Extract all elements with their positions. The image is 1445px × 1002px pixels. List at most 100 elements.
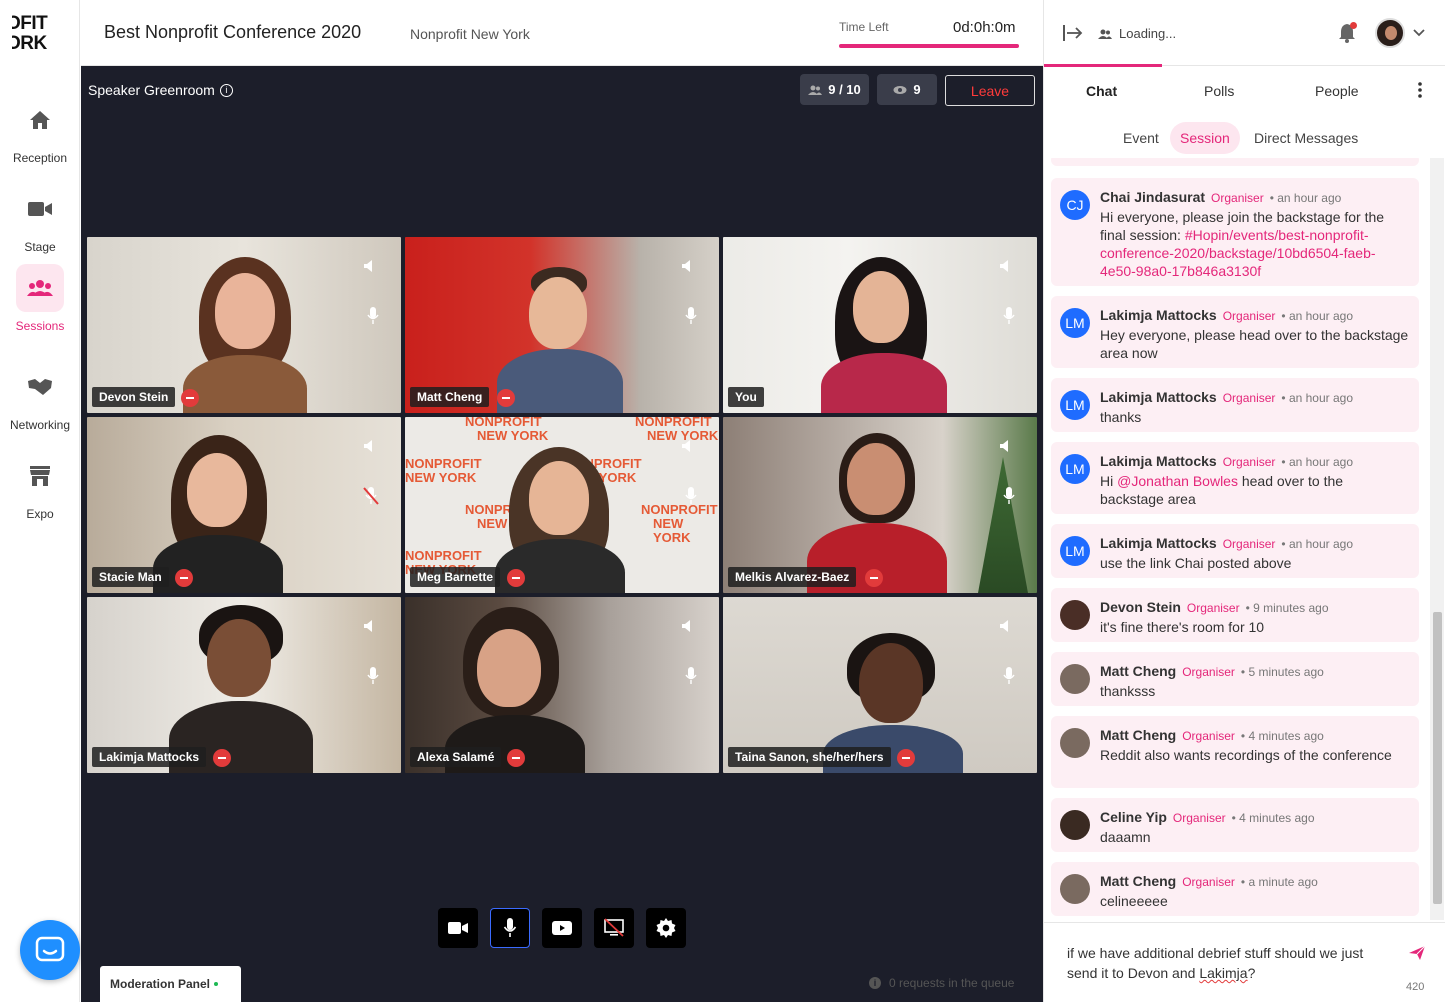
speaker-icon[interactable]	[679, 619, 693, 633]
message-text: Reddit also wants recordings of the conf…	[1100, 747, 1392, 763]
event-organizer[interactable]: Nonprofit New York	[410, 26, 530, 42]
video-tile[interactable]: Matt Cheng	[405, 237, 719, 413]
speaker-icon[interactable]	[997, 439, 1011, 453]
event-logo[interactable]: OFIT ORK	[12, 14, 68, 62]
microphone-muted-icon[interactable]	[363, 487, 379, 505]
loading-status: Loading...	[1098, 26, 1176, 41]
tab-people[interactable]: People	[1315, 83, 1359, 99]
message-author[interactable]: Chai Jindasurat	[1100, 189, 1205, 205]
avatar[interactable]: LM	[1060, 536, 1090, 566]
send-icon[interactable]	[1408, 945, 1426, 961]
user-avatar[interactable]	[1375, 18, 1405, 48]
message-author[interactable]: Lakimja Mattocks	[1100, 307, 1217, 323]
avatar[interactable]	[1060, 874, 1090, 904]
remove-participant-button[interactable]	[897, 749, 915, 767]
screen-share-button[interactable]	[594, 908, 634, 948]
chat-message-list[interactable]: CJ Chai Jindasurat Organiser • an hour ago…	[1044, 158, 1430, 920]
microphone-icon[interactable]	[367, 667, 379, 685]
remove-participant-button[interactable]	[181, 389, 199, 407]
avatar[interactable]	[1060, 664, 1090, 694]
remove-participant-button[interactable]	[175, 569, 193, 587]
video-tile[interactable]: You	[723, 237, 1037, 413]
nav-stage[interactable]: Stage	[0, 185, 80, 265]
remove-participant-button[interactable]	[497, 389, 515, 407]
participant-name: Meg Barnette	[410, 567, 501, 587]
message-author[interactable]: Matt Cheng	[1100, 727, 1176, 743]
chat-composer[interactable]: if we have additional debrief stuff shou…	[1044, 922, 1445, 1002]
microphone-icon[interactable]	[685, 487, 697, 505]
nav-sessions[interactable]: Sessions	[0, 264, 80, 344]
info-icon[interactable]: i	[219, 83, 233, 97]
speaker-icon[interactable]	[361, 259, 375, 273]
avatar[interactable]	[1060, 728, 1090, 758]
subtab-session[interactable]: Session	[1170, 122, 1240, 154]
message-author[interactable]: Lakimja Mattocks	[1100, 535, 1217, 551]
video-tile[interactable]: Melkis Alvarez-Baez	[723, 417, 1037, 593]
remove-participant-button[interactable]	[507, 749, 525, 767]
camera-toggle-button[interactable]	[438, 908, 478, 948]
video-tile[interactable]: Alexa Salamé	[405, 597, 719, 773]
time-left-progress	[839, 44, 1019, 48]
leave-button[interactable]: Leave	[945, 75, 1035, 106]
microphone-icon[interactable]	[367, 307, 379, 325]
video-tile[interactable]: Lakimja Mattocks	[87, 597, 401, 773]
tab-chat[interactable]: Chat	[1086, 83, 1117, 99]
speaker-icon[interactable]	[679, 259, 693, 273]
message-role: Organiser	[1222, 309, 1276, 323]
chat-scrollbar-thumb[interactable]	[1433, 612, 1442, 904]
video-tile[interactable]: Devon Stein	[87, 237, 401, 413]
user-mention[interactable]: @Jonathan Bowles	[1117, 473, 1238, 489]
avatar[interactable]	[1060, 600, 1090, 630]
speaker-icon[interactable]	[361, 439, 375, 453]
nav-reception[interactable]: Reception	[0, 96, 80, 176]
remove-participant-button[interactable]	[213, 749, 231, 767]
more-options-icon[interactable]	[1418, 82, 1422, 98]
subtab-direct-messages[interactable]: Direct Messages	[1244, 122, 1368, 154]
avatar[interactable]	[1060, 810, 1090, 840]
avatar[interactable]: LM	[1060, 390, 1090, 420]
avatar[interactable]: CJ	[1060, 190, 1090, 220]
chat-input[interactable]: if we have additional debrief stuff shou…	[1067, 943, 1397, 983]
chevron-down-icon[interactable]	[1413, 29, 1425, 37]
video-tile[interactable]: NONPROFIT NEW YORK NONPROFIT NEW YORK NONP…	[405, 417, 719, 593]
message-author[interactable]: Celine Yip	[1100, 809, 1167, 825]
speaker-icon[interactable]	[361, 619, 375, 633]
nav-networking[interactable]: Networking	[0, 363, 80, 443]
share-video-button[interactable]	[542, 908, 582, 948]
moderation-panel-tab[interactable]: Moderation Panel	[100, 966, 241, 1002]
message-role: Organiser	[1182, 729, 1235, 743]
speaker-icon[interactable]	[679, 439, 693, 453]
microphone-icon[interactable]	[1003, 307, 1015, 325]
people-icon	[1098, 29, 1112, 39]
message-author[interactable]: Matt Cheng	[1100, 663, 1176, 679]
microphone-icon	[503, 918, 517, 937]
message-author[interactable]: Lakimja Mattocks	[1100, 453, 1217, 469]
collapse-panel-icon[interactable]	[1063, 25, 1083, 41]
remove-participant-button[interactable]	[507, 569, 525, 587]
speaker-icon[interactable]	[997, 619, 1011, 633]
message-author[interactable]: Lakimja Mattocks	[1100, 389, 1217, 405]
video-tile[interactable]: Taina Sanon, she/her/hers	[723, 597, 1037, 773]
tab-polls[interactable]: Polls	[1204, 83, 1234, 99]
message-author[interactable]: Matt Cheng	[1100, 873, 1176, 889]
subtab-event[interactable]: Event	[1113, 122, 1169, 154]
message-role: Organiser	[1211, 191, 1264, 205]
speaker-icon[interactable]	[997, 259, 1011, 273]
chat-message: CJ Chai Jindasurat Organiser • an hour ago…	[1051, 178, 1419, 286]
avatar[interactable]: LM	[1060, 308, 1090, 338]
avatar[interactable]: LM	[1060, 454, 1090, 484]
microphone-icon[interactable]	[685, 307, 697, 325]
participant-name: You	[728, 387, 764, 407]
microphone-icon[interactable]	[1003, 667, 1015, 685]
microphone-icon[interactable]	[1003, 487, 1015, 505]
support-chat-button[interactable]	[20, 920, 80, 980]
nav-expo[interactable]: Expo	[0, 452, 80, 532]
message-role: Organiser	[1222, 391, 1276, 405]
microphone-icon[interactable]	[685, 667, 697, 685]
video-camera-icon	[448, 922, 468, 934]
remove-participant-button[interactable]	[865, 569, 883, 587]
message-author[interactable]: Devon Stein	[1100, 599, 1181, 615]
video-tile[interactable]: Stacie Man	[87, 417, 401, 593]
settings-button[interactable]	[646, 908, 686, 948]
microphone-toggle-button[interactable]	[490, 908, 530, 948]
